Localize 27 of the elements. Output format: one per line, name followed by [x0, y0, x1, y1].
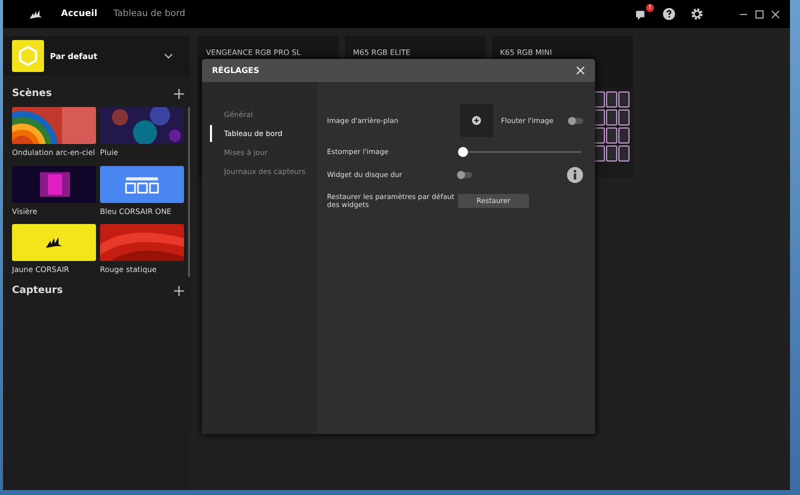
scrollbar[interactable]	[188, 107, 190, 277]
help-icon[interactable]	[663, 8, 675, 20]
toggle-switch[interactable]	[458, 172, 472, 178]
nav-tab[interactable]: Tableau de bord	[105, 9, 194, 19]
nav-tab[interactable]: Accueil	[53, 9, 106, 19]
slider[interactable]	[458, 147, 581, 157]
slider-thumb[interactable]	[458, 147, 468, 157]
dialog-title: RÉGLAGES	[212, 66, 260, 75]
profile-selector[interactable]: Par defaut	[3, 36, 190, 76]
toggle-switch[interactable]	[569, 118, 583, 124]
info-icon[interactable]	[567, 167, 583, 183]
sail-logo-icon[interactable]	[29, 8, 43, 20]
profile-icon	[12, 40, 44, 72]
add-icon[interactable]	[174, 88, 184, 98]
plus-icon	[472, 116, 481, 125]
chevron-down-icon	[164, 53, 173, 59]
add-icon[interactable]	[174, 286, 184, 296]
close-icon[interactable]	[576, 66, 585, 75]
section-title: Capteurs	[12, 285, 63, 296]
sail-logo-icon	[45, 236, 63, 250]
profile-name: Par defaut	[50, 52, 98, 60]
scene-thumbnail[interactable]	[12, 224, 96, 262]
section-title: Scènes	[12, 88, 52, 99]
close-icon[interactable]	[771, 10, 780, 18]
settings-icon[interactable]	[691, 8, 703, 20]
add-image-button[interactable]	[460, 104, 493, 137]
maximize-icon[interactable]	[755, 10, 764, 18]
